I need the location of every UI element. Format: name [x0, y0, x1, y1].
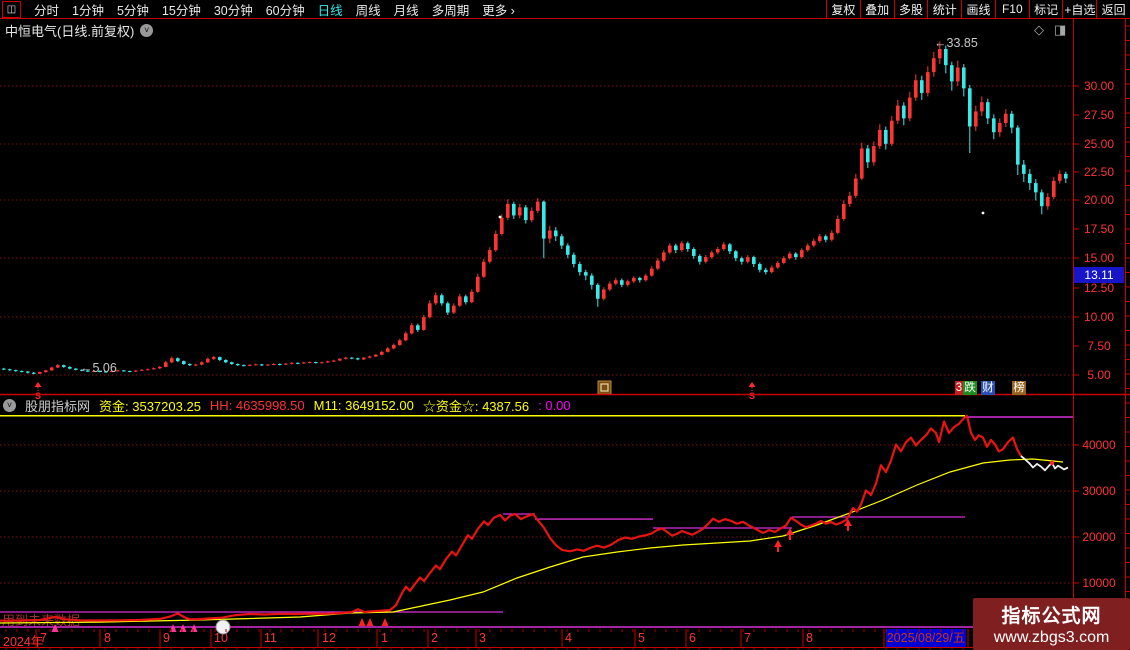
indicator-value: HH: 4635998.50: [209, 397, 305, 413]
price-annotation: ←33.85: [934, 36, 978, 50]
indicator-value: M11: 3649152.00: [313, 397, 414, 413]
svg-text:S: S: [749, 391, 755, 401]
indicator-header: ˅ 股朋指标网 资金: 3537203.25 HH: 4635998.50 M11:…: [3, 397, 571, 414]
indicator-name: 股朋指标网: [25, 398, 91, 414]
indicator-value: : 0.00: [538, 397, 571, 413]
chart-canvas: SS: [0, 18, 1130, 650]
watermark-url: www.zbgs3.com: [993, 629, 1110, 646]
watermark-title: 指标公式网: [1001, 606, 1102, 627]
indicator-value: ☆资金☆: 4387.56: [422, 398, 530, 414]
badge-3[interactable]: 3: [955, 381, 963, 395]
watermark-box: 指标公式网 www.zbgs3.com: [973, 598, 1130, 650]
badge-跌[interactable]: 跌: [963, 381, 977, 395]
price-annotation: ←5.06: [80, 361, 117, 375]
indicator-value: 资金: 3537203.25: [99, 398, 201, 414]
badge-财[interactable]: 财: [981, 381, 995, 395]
chevron-down-icon[interactable]: ˅: [3, 398, 16, 412]
app-window: SS ◫ 分时 1分钟 5分钟 15分钟 30分钟 60分钟 日线 周线 月线 多周期 更多 › 复…: [0, 0, 1130, 650]
badge-榜[interactable]: 榜: [1012, 381, 1026, 395]
